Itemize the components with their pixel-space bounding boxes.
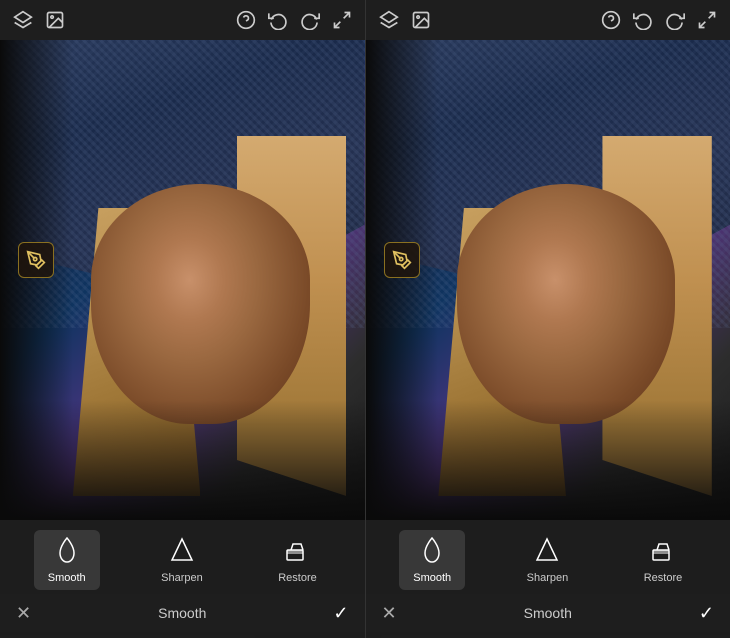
right-help-icon[interactable] [600, 9, 622, 31]
layers-icon[interactable] [12, 9, 34, 31]
left-restore-label: Restore [278, 572, 317, 584]
right-redo-icon[interactable] [664, 9, 686, 31]
right-smooth-label: Smooth [413, 572, 451, 584]
image-icon[interactable] [44, 9, 66, 31]
left-face [91, 184, 310, 424]
right-action-bar: ✕ Smooth ✓ [366, 594, 730, 632]
left-action-bar: ✕ Smooth ✓ [0, 594, 365, 632]
left-restore-button[interactable]: Restore [264, 530, 331, 590]
right-restore-icon [649, 536, 677, 568]
left-confirm-button[interactable]: ✓ [333, 603, 348, 624]
left-sharpen-label: Sharpen [161, 572, 203, 584]
right-action-label: Smooth [397, 605, 699, 621]
left-image-area [0, 40, 365, 520]
right-toolbar-right [600, 9, 718, 31]
right-undo-icon[interactable] [632, 9, 654, 31]
right-cancel-button[interactable]: ✕ [382, 603, 397, 624]
undo-icon[interactable] [267, 9, 289, 31]
right-toolbar-left [378, 9, 432, 31]
right-image-icon[interactable] [410, 9, 432, 31]
sharpen-icon [170, 536, 194, 568]
help-icon[interactable] [235, 9, 257, 31]
restore-icon [283, 536, 311, 568]
right-restore-label: Restore [644, 572, 683, 584]
right-toolbar [366, 0, 730, 40]
left-portrait [0, 40, 365, 520]
left-sharpen-button[interactable]: Sharpen [147, 530, 217, 590]
smooth-icon [55, 536, 79, 568]
right-smooth-button[interactable]: Smooth [399, 530, 465, 590]
right-shadow-bottom [366, 400, 730, 520]
right-image-area [366, 40, 730, 520]
right-confirm-button[interactable]: ✓ [699, 603, 714, 624]
right-tool-buttons: Smooth Sharpen [366, 530, 730, 590]
left-smooth-button[interactable]: Smooth [34, 530, 100, 590]
expand-icon[interactable] [331, 9, 353, 31]
app-container: Smooth Sharpen [0, 0, 730, 638]
left-cancel-button[interactable]: ✕ [16, 603, 31, 624]
left-shadow-bottom [0, 400, 365, 520]
right-brush-indicator [384, 242, 420, 278]
left-toolbar-left [12, 9, 66, 31]
left-panel: Smooth Sharpen [0, 0, 366, 638]
right-panel: Smooth Sharpen [366, 0, 730, 638]
right-layers-icon[interactable] [378, 9, 400, 31]
left-tool-buttons: Smooth Sharpen [0, 530, 365, 590]
right-expand-icon[interactable] [696, 9, 718, 31]
right-sharpen-label: Sharpen [527, 572, 569, 584]
left-action-label: Smooth [31, 605, 333, 621]
right-sharpen-button[interactable]: Sharpen [513, 530, 583, 590]
left-bottom-tools: Smooth Sharpen [0, 520, 365, 638]
right-restore-button[interactable]: Restore [630, 530, 697, 590]
right-portrait [366, 40, 730, 520]
left-toolbar-right [235, 9, 353, 31]
right-bottom-tools: Smooth Sharpen [366, 520, 730, 638]
redo-icon[interactable] [299, 9, 321, 31]
left-brush-indicator [18, 242, 54, 278]
left-toolbar [0, 0, 365, 40]
right-sharpen-icon [535, 536, 559, 568]
left-smooth-label: Smooth [48, 572, 86, 584]
right-smooth-icon [420, 536, 444, 568]
right-face [457, 184, 676, 424]
